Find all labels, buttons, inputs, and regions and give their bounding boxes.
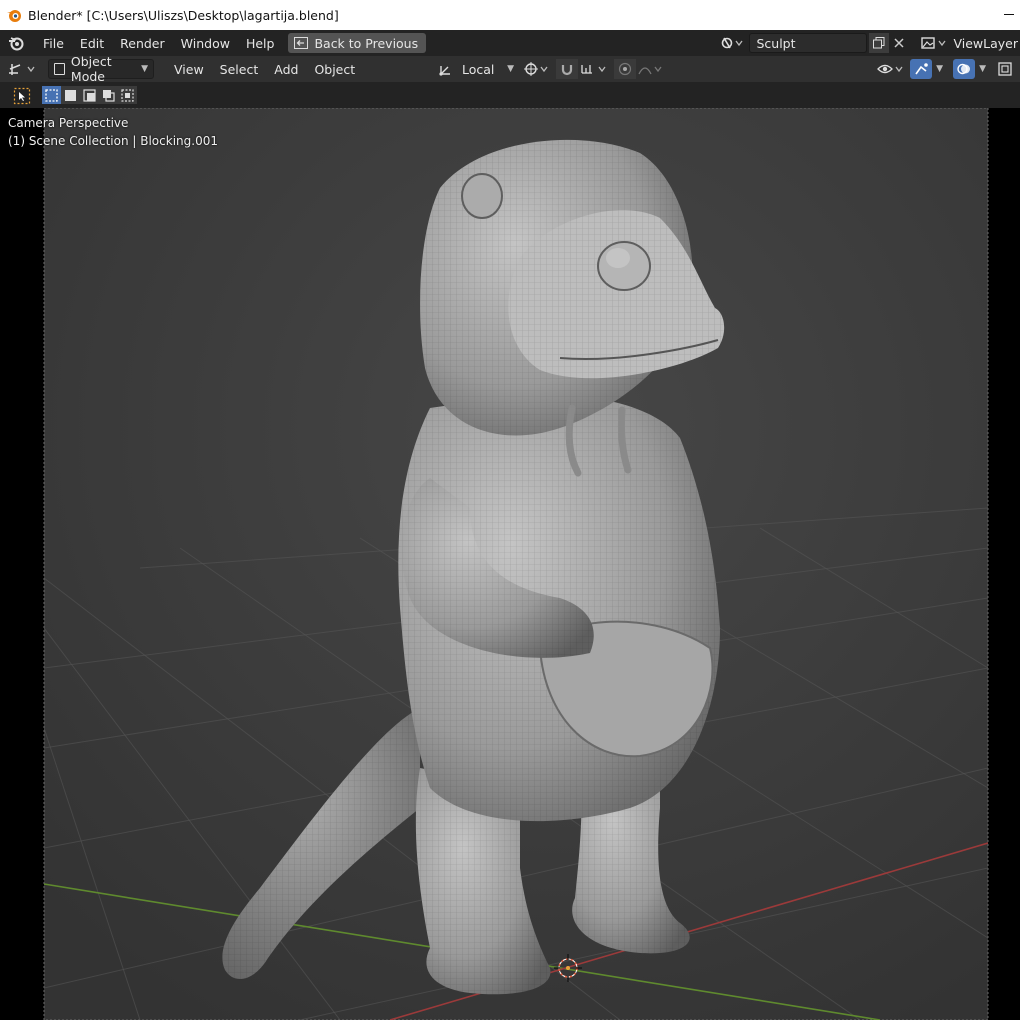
- snap-controls: [556, 59, 612, 79]
- select-mode-extend[interactable]: [61, 86, 80, 104]
- select-subtract-icon: [83, 88, 96, 102]
- interaction-mode-select[interactable]: Object Mode ▼: [48, 54, 154, 84]
- pivot-icon: [524, 62, 548, 76]
- close-icon: [894, 38, 905, 48]
- top-menubar: File Edit Render Window Help Back to Pre…: [0, 30, 1020, 56]
- select-invert-icon: [103, 89, 115, 102]
- 3d-viewport[interactable]: Camera Perspective (1) Scene Collection …: [0, 108, 1020, 1020]
- eye-icon: [877, 64, 903, 74]
- view-layer-name[interactable]: ViewLayer: [953, 36, 1018, 51]
- snap-increment-icon: [581, 65, 606, 74]
- duplicate-workspace-button[interactable]: [869, 33, 890, 53]
- select-mode-invert[interactable]: [99, 86, 118, 104]
- chevron-down-icon: ▼: [141, 64, 148, 74]
- proportional-falloff-select[interactable]: [636, 59, 666, 79]
- menu-select[interactable]: Select: [212, 62, 267, 77]
- proportional-dot-icon: [618, 62, 632, 76]
- select-mode-set[interactable]: [42, 86, 61, 104]
- copy-icon: [873, 37, 885, 49]
- select-extend-icon: [65, 89, 76, 101]
- proportional-editing-toggle[interactable]: [614, 59, 636, 79]
- view-layer-selector[interactable]: [919, 33, 949, 53]
- pivot-point-select[interactable]: [523, 59, 553, 79]
- menu-object[interactable]: Object: [306, 62, 363, 77]
- viewport-right-tools: ▼ ▼: [876, 59, 1016, 79]
- select-mode-intersect[interactable]: [118, 86, 137, 104]
- editor-type-selector[interactable]: [6, 59, 40, 79]
- window-title: Blender* [C:\Users\Uliszs\Desktop\lagart…: [28, 7, 339, 23]
- orientation-icon: [439, 66, 450, 76]
- gizmo-icon: [915, 63, 928, 75]
- blender-menu-icon[interactable]: [7, 34, 25, 52]
- collection-info-label: (1) Scene Collection | Blocking.001: [8, 134, 218, 148]
- image-layer-icon: [921, 37, 947, 49]
- snap-toggle-button[interactable]: [556, 59, 578, 79]
- gizmo-dropdown-chevron-icon[interactable]: ▼: [936, 64, 943, 74]
- menu-help[interactable]: Help: [238, 30, 283, 56]
- overlays-dropdown-chevron-icon[interactable]: ▼: [979, 64, 986, 74]
- xray-toggle-button[interactable]: [994, 59, 1016, 79]
- chevron-down-icon: ▼: [507, 64, 514, 74]
- select-box-tool-icon: [13, 87, 31, 105]
- viewport-canvas[interactable]: [0, 108, 1020, 1020]
- menu-render[interactable]: Render: [112, 30, 173, 56]
- active-tool-button[interactable]: [12, 87, 32, 105]
- overlays-toggle-button[interactable]: [953, 59, 976, 79]
- view-name-label: Camera Perspective: [8, 116, 129, 130]
- visibility-select[interactable]: [876, 59, 906, 79]
- interaction-mode-label: Object Mode: [70, 54, 112, 84]
- axis-gizmo-icon: [9, 64, 35, 75]
- workspace-name-field[interactable]: Sculpt: [749, 33, 868, 53]
- selection-mode-group: [42, 86, 137, 104]
- transform-orientation-label: Local: [462, 61, 495, 77]
- tool-settings-row: [0, 82, 1020, 108]
- xray-icon: [998, 62, 1012, 76]
- menu-view[interactable]: View: [166, 62, 212, 77]
- close-workspace-button[interactable]: [889, 33, 909, 53]
- workspace-type-selector[interactable]: [719, 33, 749, 53]
- overlays-icon: [957, 63, 971, 75]
- blender-logo-icon: [7, 10, 21, 22]
- transform-orientation-select[interactable]: Local ▼: [438, 59, 518, 79]
- proportional-editing-controls: [614, 59, 666, 79]
- select-new-icon: [45, 88, 58, 102]
- window-titlebar: Blender* [C:\Users\Uliszs\Desktop\lagart…: [0, 0, 1020, 30]
- select-intersect-icon: [121, 88, 134, 102]
- menu-edit[interactable]: Edit: [72, 30, 112, 56]
- back-arrow-icon: [294, 37, 309, 49]
- workspace-icon: [722, 37, 744, 49]
- menu-file[interactable]: File: [35, 30, 72, 56]
- object-mode-icon: [54, 63, 65, 75]
- falloff-curve-icon: [638, 66, 662, 75]
- gizmo-toggle-button[interactable]: [910, 59, 933, 79]
- eye-left: [461, 173, 503, 219]
- select-mode-subtract[interactable]: [80, 86, 99, 104]
- menu-add[interactable]: Add: [266, 62, 306, 77]
- back-to-previous-label: Back to Previous: [314, 35, 419, 51]
- viewport-header: Object Mode ▼ View Select Add Object Loc…: [0, 54, 1020, 84]
- minimize-button[interactable]: [1004, 14, 1014, 15]
- magnet-icon: [561, 65, 573, 76]
- workspace-area: Sculpt ViewLayer: [719, 30, 1020, 56]
- snap-target-select[interactable]: [578, 59, 612, 79]
- menu-window[interactable]: Window: [173, 30, 238, 56]
- back-to-previous-button[interactable]: Back to Previous: [288, 33, 427, 53]
